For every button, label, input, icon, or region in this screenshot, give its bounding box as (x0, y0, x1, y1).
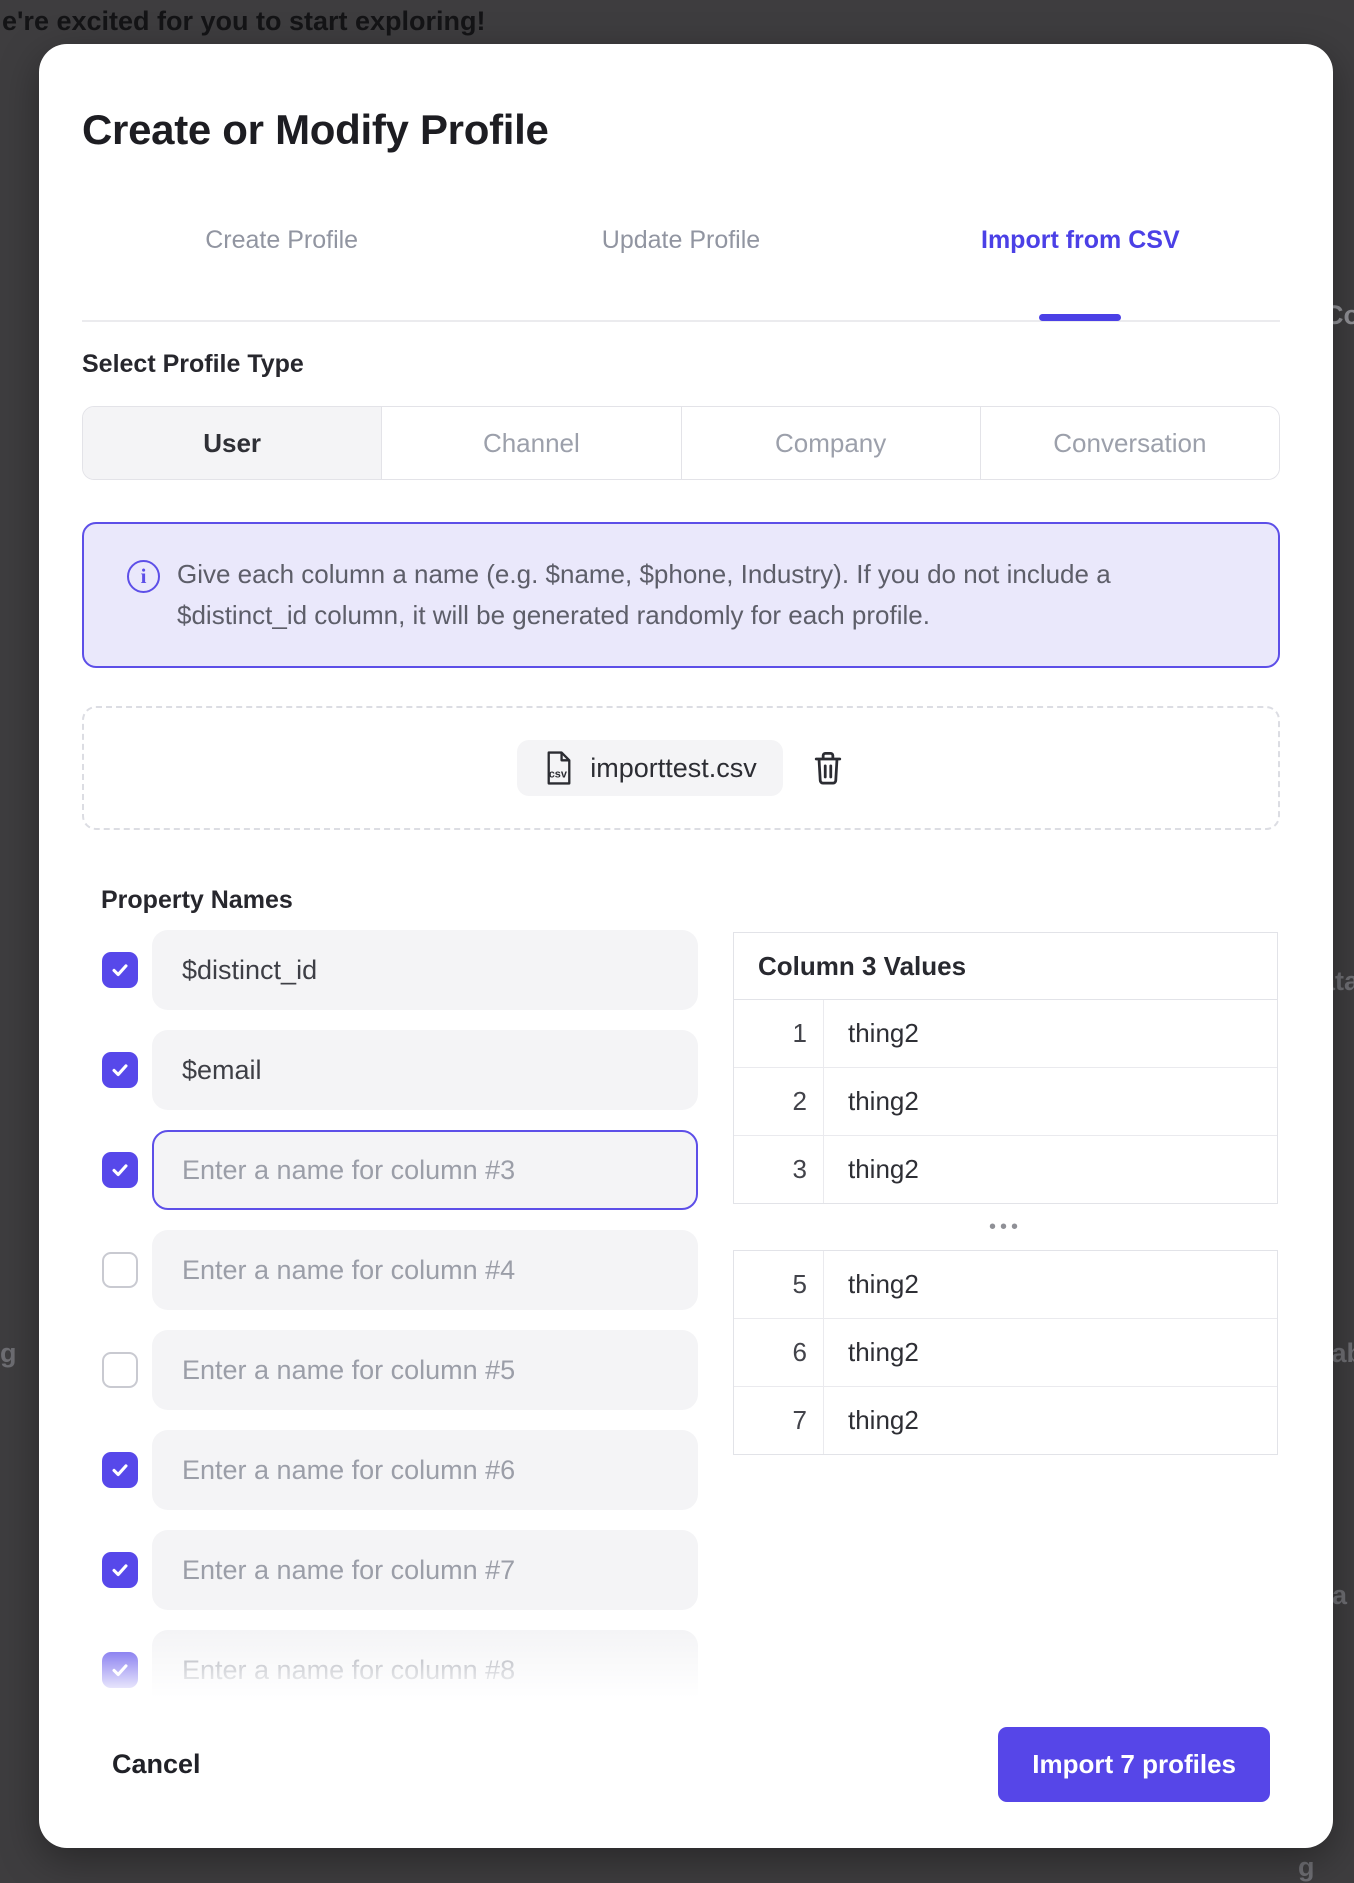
column-2-checkbox[interactable] (102, 1052, 138, 1088)
profile-type-company[interactable]: Company (682, 407, 981, 479)
background-text: e're excited for you to start exploring! (2, 6, 486, 37)
row-number: 7 (734, 1387, 824, 1454)
table-row: 6thing2 (734, 1318, 1277, 1386)
row-value: thing2 (824, 1000, 1277, 1067)
background-fragment: a (1332, 1580, 1347, 1611)
table-row: 1thing2 (734, 1000, 1277, 1067)
preview-table: Column 3 Values1thing22thing23thing2•••5… (733, 932, 1278, 1455)
row-value: thing2 (824, 1251, 1277, 1318)
uploaded-file-name: importtest.csv (590, 753, 757, 784)
check-icon (109, 1059, 131, 1081)
info-banner: i Give each column a name (e.g. $name, $… (82, 522, 1280, 668)
tab-create-profile[interactable]: Create Profile (82, 226, 481, 255)
trash-icon (811, 750, 845, 786)
svg-text:csv: csv (549, 769, 568, 781)
table-group: 5thing26thing27thing2 (733, 1250, 1278, 1455)
profile-type-selector: UserChannelCompanyConversation (82, 406, 1280, 480)
csv-file-icon: csv (543, 750, 575, 786)
profile-type-user[interactable]: User (83, 407, 382, 479)
column-8-name-input[interactable] (152, 1630, 698, 1710)
property-row (102, 1530, 698, 1610)
property-row (102, 1230, 698, 1310)
tab-import-from-csv[interactable]: Import from CSV (881, 226, 1280, 255)
row-number: 3 (734, 1136, 824, 1203)
uploaded-file-chip: csv importtest.csv (517, 740, 783, 796)
property-row (102, 1030, 698, 1110)
column-7-name-input[interactable] (152, 1530, 698, 1610)
check-icon (109, 1559, 131, 1581)
column-1-name-input[interactable] (152, 930, 698, 1010)
column-4-checkbox[interactable] (102, 1252, 138, 1288)
column-7-checkbox[interactable] (102, 1552, 138, 1588)
csv-dropzone[interactable]: csv importtest.csv (82, 706, 1280, 830)
check-icon (109, 959, 131, 981)
create-or-modify-profile-dialog: Create or Modify Profile Create ProfileU… (39, 44, 1333, 1848)
info-icon: i (127, 560, 160, 593)
tab-update-profile[interactable]: Update Profile (481, 226, 880, 255)
property-row (102, 1130, 698, 1210)
column-5-name-input[interactable] (152, 1330, 698, 1410)
check-icon (109, 1659, 131, 1681)
table-row: 3thing2 (734, 1135, 1277, 1203)
property-row (102, 1630, 698, 1710)
dialog-footer: Cancel Import 7 profiles (106, 1727, 1270, 1802)
property-row (102, 1330, 698, 1410)
column-4-name-input[interactable] (152, 1230, 698, 1310)
row-number: 1 (734, 1000, 824, 1067)
table-row: 7thing2 (734, 1386, 1277, 1454)
info-banner-text: Give each column a name (e.g. $name, $ph… (177, 554, 1145, 636)
row-value: thing2 (824, 1136, 1277, 1203)
active-tab-underline (1039, 314, 1121, 321)
row-value: thing2 (824, 1387, 1277, 1454)
property-rows (102, 930, 698, 1710)
truncated-rows-ellipsis: ••• (733, 1204, 1278, 1250)
column-6-checkbox[interactable] (102, 1452, 138, 1488)
column-1-checkbox[interactable] (102, 952, 138, 988)
column-3-name-input[interactable] (152, 1130, 698, 1210)
row-value: thing2 (824, 1068, 1277, 1135)
check-icon (109, 1159, 131, 1181)
column-8-checkbox[interactable] (102, 1652, 138, 1688)
table-row: 5thing2 (734, 1251, 1277, 1318)
profile-type-conversation[interactable]: Conversation (981, 407, 1279, 479)
import-profiles-button[interactable]: Import 7 profiles (998, 1727, 1270, 1802)
table-header: Column 3 Values (734, 933, 1277, 1000)
property-names-label: Property Names (101, 886, 293, 915)
select-profile-type-label: Select Profile Type (82, 350, 304, 379)
tabs: Create ProfileUpdate ProfileImport from … (82, 226, 1280, 255)
row-number: 5 (734, 1251, 824, 1318)
property-row (102, 1430, 698, 1510)
remove-file-button[interactable] (811, 750, 845, 786)
table-row: 2thing2 (734, 1067, 1277, 1135)
dialog-title: Create or Modify Profile (82, 106, 549, 154)
background-fragment: g (1298, 1852, 1315, 1883)
row-value: thing2 (824, 1319, 1277, 1386)
row-number: 6 (734, 1319, 824, 1386)
column-2-name-input[interactable] (152, 1030, 698, 1110)
profile-type-channel[interactable]: Channel (382, 407, 681, 479)
column-6-name-input[interactable] (152, 1430, 698, 1510)
table-group: Column 3 Values1thing22thing23thing2 (733, 932, 1278, 1204)
property-row (102, 930, 698, 1010)
row-number: 2 (734, 1068, 824, 1135)
check-icon (109, 1459, 131, 1481)
background-fragment: g (0, 1338, 17, 1369)
column-3-checkbox[interactable] (102, 1152, 138, 1188)
cancel-button[interactable]: Cancel (106, 1748, 207, 1781)
column-5-checkbox[interactable] (102, 1352, 138, 1388)
